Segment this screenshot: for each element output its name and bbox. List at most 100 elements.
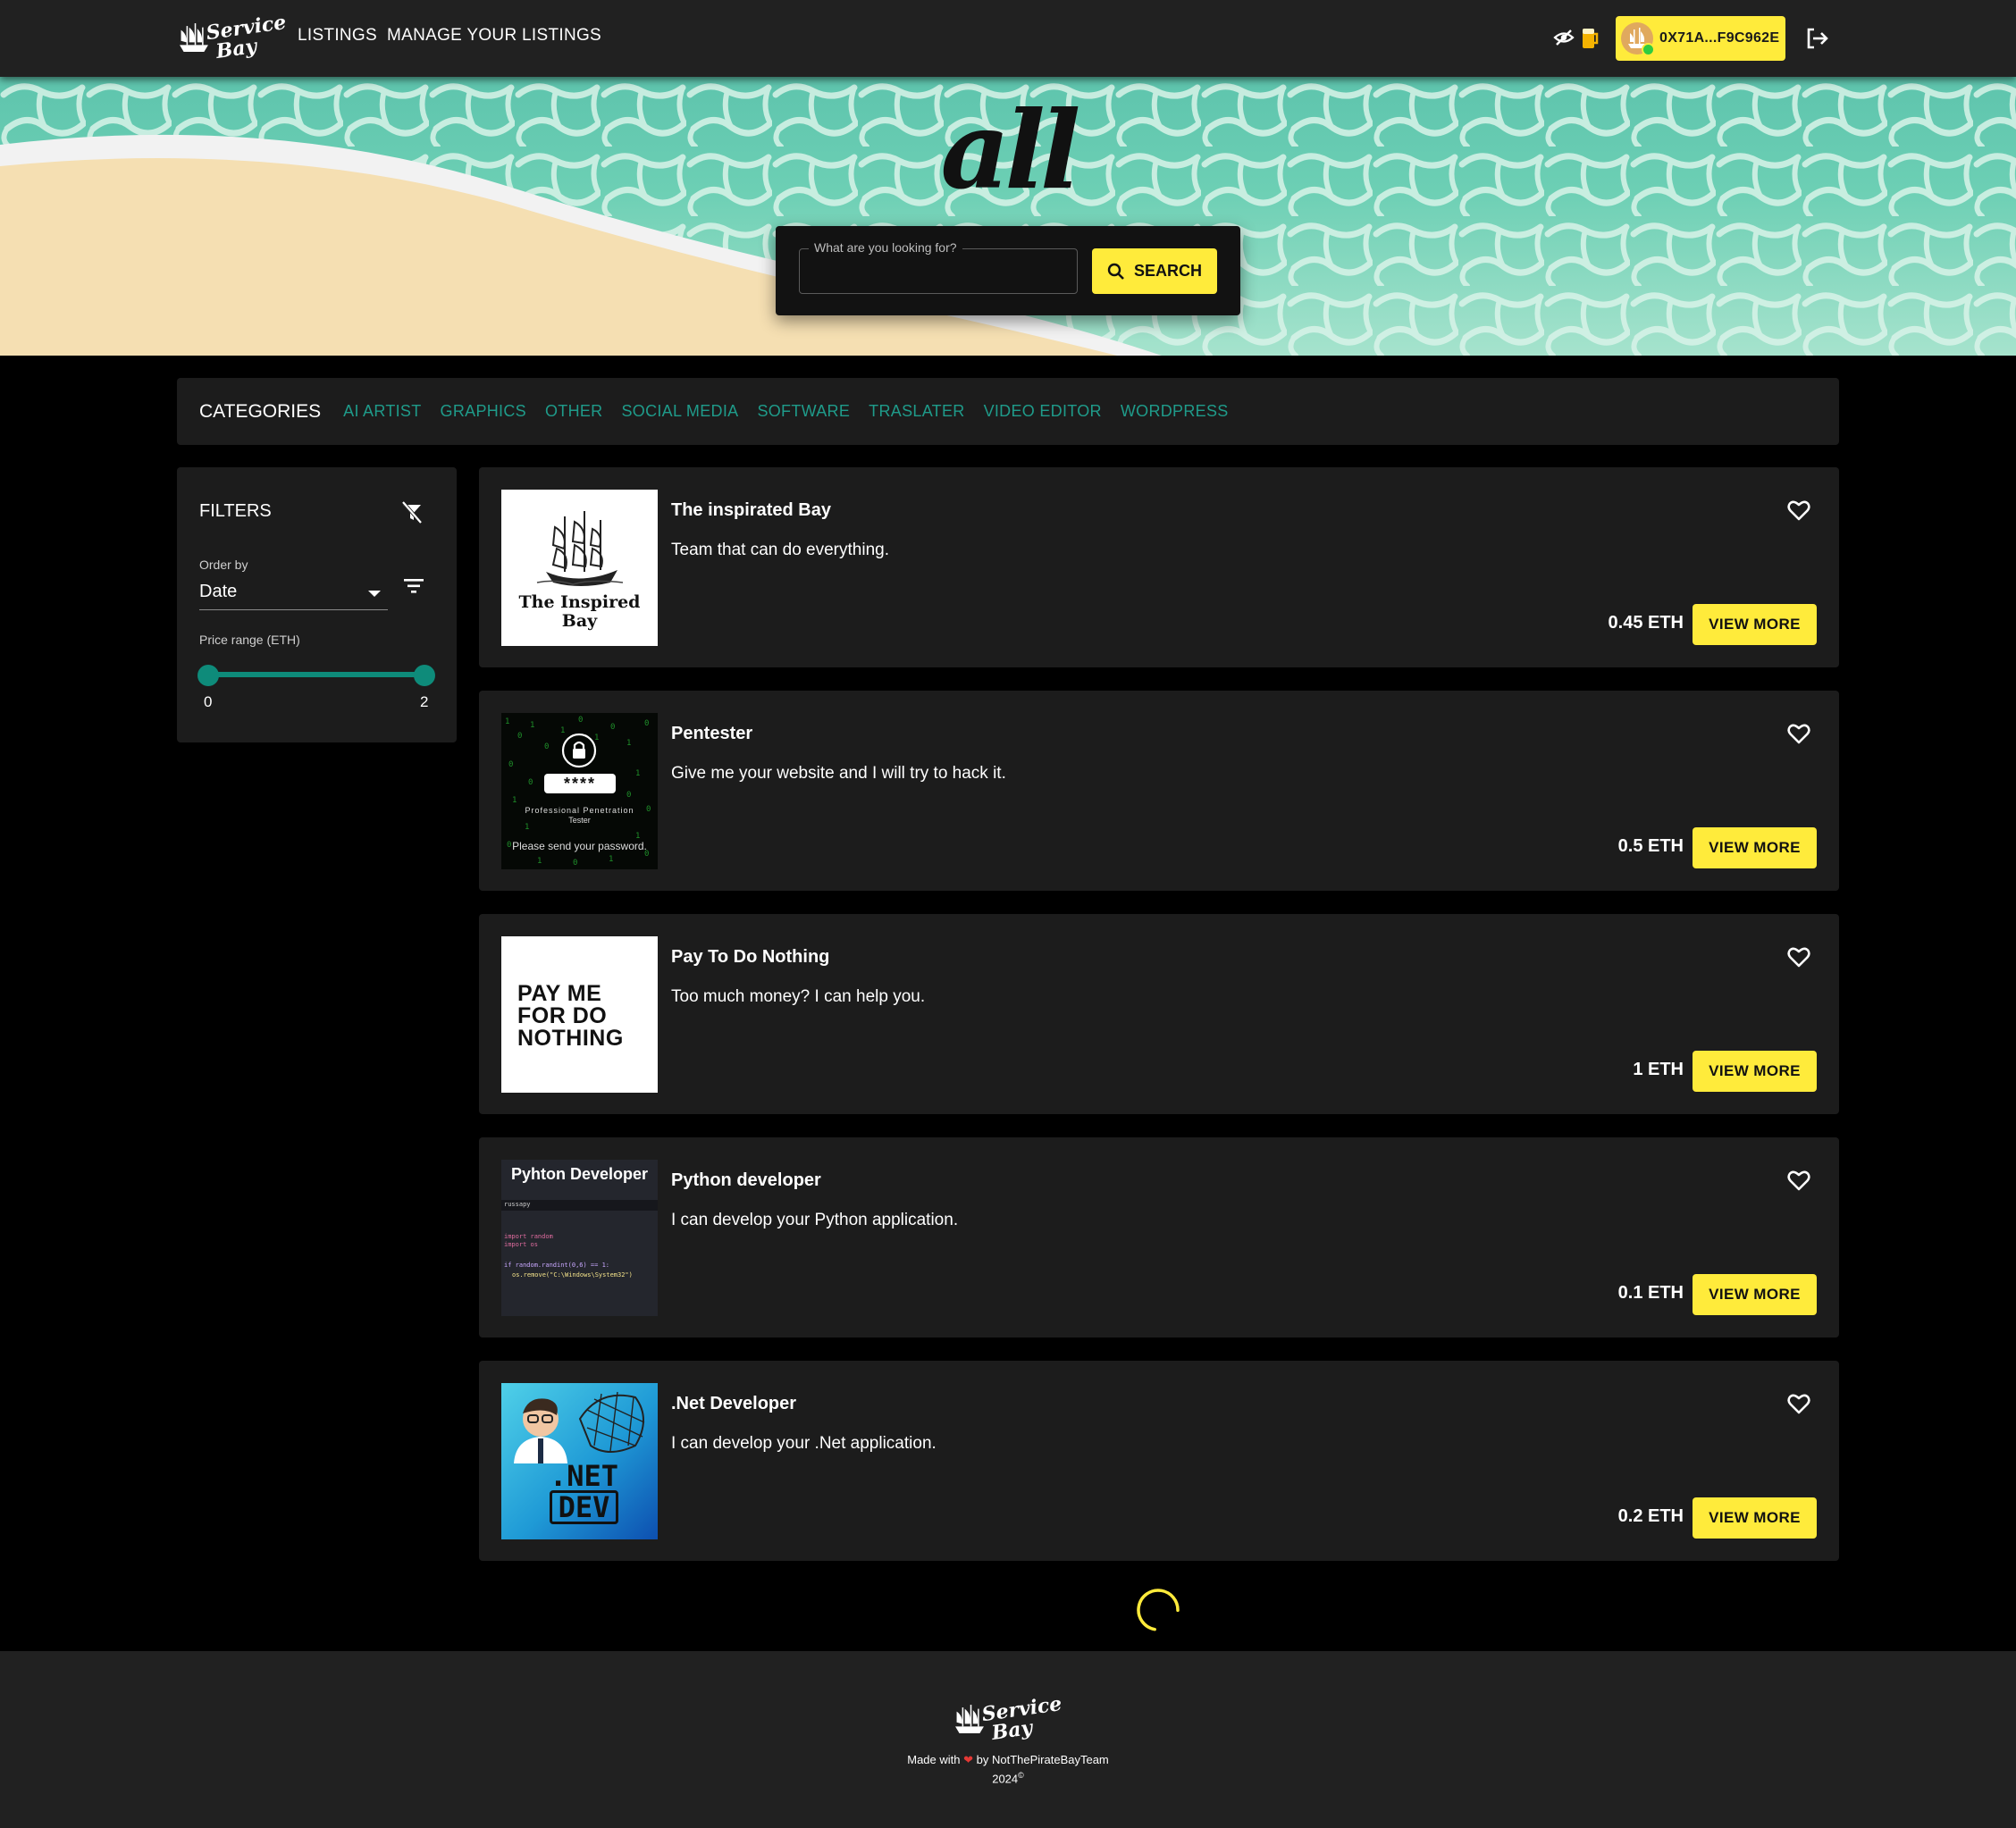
avatar [1621,22,1655,56]
listing-card[interactable]: .NET DEV .Net Developer I can develop yo… [479,1361,1839,1561]
view-more-button[interactable]: VIEW MORE [1693,827,1817,868]
lock-icon [561,733,597,768]
listing-price: 0.5 ETH [1617,836,1684,856]
code-line: if random.randint(0,6) == 1: [504,1262,610,1269]
svg-text:0: 0 [517,732,522,741]
listing-image-text: Bay [561,611,598,631]
listing-title: Pay To Do Nothing [671,947,830,967]
svg-text:0: 0 [544,742,549,751]
service-bay-logo[interactable]: Service Bay [177,9,288,66]
code-line: os.remove("C:\Windows\System32") [512,1271,633,1279]
listing-price: 1 ETH [1633,1060,1684,1079]
footer-year-line: 2024© [0,1771,2016,1785]
copyright-symbol: © [1018,1771,1024,1780]
svg-text:0: 0 [644,719,649,728]
made-with-text: Made with [907,1753,961,1766]
listing-card[interactable]: Pyhton Developer russapy import random i… [479,1137,1839,1337]
listing-image-text: The Inspired [518,592,641,612]
heart-icon[interactable] [1785,943,1812,970]
wallet-button[interactable]: 0X71A...F9C962E [1616,16,1785,61]
chevron-down-icon [368,591,381,597]
sort-icon[interactable] [400,573,427,600]
heart-icon[interactable] [1785,720,1812,747]
svg-text:1: 1 [635,769,640,778]
price-range-label: Price range (ETH) [199,633,300,647]
category-social-media[interactable]: SOCIAL MEDIA [621,402,738,421]
category-video-editor[interactable]: VIDEO EDITOR [984,402,1102,421]
footer-year: 2024 [992,1772,1019,1786]
view-more-button[interactable]: VIEW MORE [1693,1274,1817,1315]
category-wordpress[interactable]: WORDPRESS [1121,402,1229,421]
view-more-button[interactable]: VIEW MORE [1693,1497,1817,1539]
svg-text:1: 1 [530,721,534,730]
nav-manage-listings[interactable]: MANAGE YOUR LISTINGS [387,26,601,46]
heart-icon[interactable] [1785,1390,1812,1417]
logo-text: Service Bay [980,1692,1065,1745]
online-status-dot [1642,43,1655,56]
top-app-bar: Service Bay LISTINGS MANAGE YOUR LISTING… [0,0,2016,77]
listing-image: PAY ME FOR DO NOTHING [501,936,658,1093]
view-more-button[interactable]: VIEW MORE [1693,1051,1817,1092]
logo-text: Service Bay [205,11,290,63]
listing-image: The Inspired Bay [501,490,658,646]
heart-icon: ❤ [963,1753,974,1766]
svg-text:0: 0 [508,760,513,769]
nav-listings[interactable]: LISTINGS [298,26,377,46]
categories-bar: CATEGORIES AI ARTIST GRAPHICS OTHER SOCI… [177,378,1839,445]
logout-icon[interactable] [1803,25,1830,52]
footer: Service Bay Made with ❤ by NotThePirateB… [0,1651,2016,1828]
category-graphics[interactable]: GRAPHICS [441,402,526,421]
heart-icon[interactable] [1785,497,1812,524]
hero-banner: all What are you looking for? SEARCH [0,77,2016,356]
search-icon [1107,263,1124,280]
price-max-label: 2 [420,693,429,710]
loading-spinner-icon [1137,1589,1180,1631]
clear-filters-icon[interactable] [399,499,425,525]
listing-card[interactable]: The Inspired Bay The inspirated Bay Team… [479,467,1839,667]
search-label: What are you looking for? [809,240,962,255]
search-panel: What are you looking for? SEARCH [776,226,1240,315]
svg-text:0: 0 [573,859,577,868]
listing-description: I can develop your .Net application. [671,1434,937,1453]
code-line: import os [504,1241,538,1248]
listing-card[interactable]: PAY ME FOR DO NOTHING Pay To Do Nothing … [479,914,1839,1114]
svg-text:1: 1 [609,855,613,864]
order-by-select[interactable]: Date [199,574,388,610]
search-input[interactable] [800,249,1077,293]
beer-icon[interactable] [1580,25,1600,50]
category-software[interactable]: SOFTWARE [757,402,850,421]
listing-card[interactable]: 1010 1010 1001 1001 0101 100 **** Profes… [479,691,1839,891]
price-min-thumb[interactable] [197,665,219,686]
price-range-track[interactable] [208,672,424,677]
search-button-label: SEARCH [1133,262,1202,280]
listing-image-text: Please send your password. [512,840,647,852]
listing-description: Team that can do everything. [671,541,889,559]
search-button[interactable]: SEARCH [1092,248,1217,294]
heart-icon[interactable] [1785,1167,1812,1194]
category-other[interactable]: OTHER [545,402,603,421]
svg-text:0: 0 [610,723,615,732]
category-traslater[interactable]: TRASLATER [869,402,964,421]
code-line: import random [504,1233,553,1240]
search-field[interactable]: What are you looking for? [799,240,1078,294]
team-text: by NotThePirateBayTeam [976,1753,1109,1766]
listing-image-text: FOR DO [517,1003,608,1028]
footer-credits: Made with ❤ by NotThePirateBayTeam [0,1753,2016,1767]
eye-off-icon[interactable] [1553,27,1575,48]
view-more-button[interactable]: VIEW MORE [1693,604,1817,645]
category-ai-artist[interactable]: AI ARTIST [343,402,421,421]
svg-text:0: 0 [626,791,631,800]
listing-title: The inspirated Bay [671,500,831,520]
listing-price: 0.1 ETH [1617,1283,1684,1303]
listing-image: Pyhton Developer russapy import random i… [501,1160,658,1316]
svg-text:0: 0 [528,778,533,787]
listing-title: Python developer [671,1170,821,1190]
listing-description: I can develop your Python application. [671,1211,959,1229]
categories-title: CATEGORIES [199,400,322,422]
price-max-thumb[interactable] [414,665,435,686]
svg-text:1: 1 [505,717,509,726]
listing-image-text: Pyhton Developer [510,1165,649,1183]
footer-logo[interactable]: Service Bay [953,1690,1063,1748]
password-field-image: **** [544,774,616,793]
svg-text:0: 0 [578,716,583,725]
